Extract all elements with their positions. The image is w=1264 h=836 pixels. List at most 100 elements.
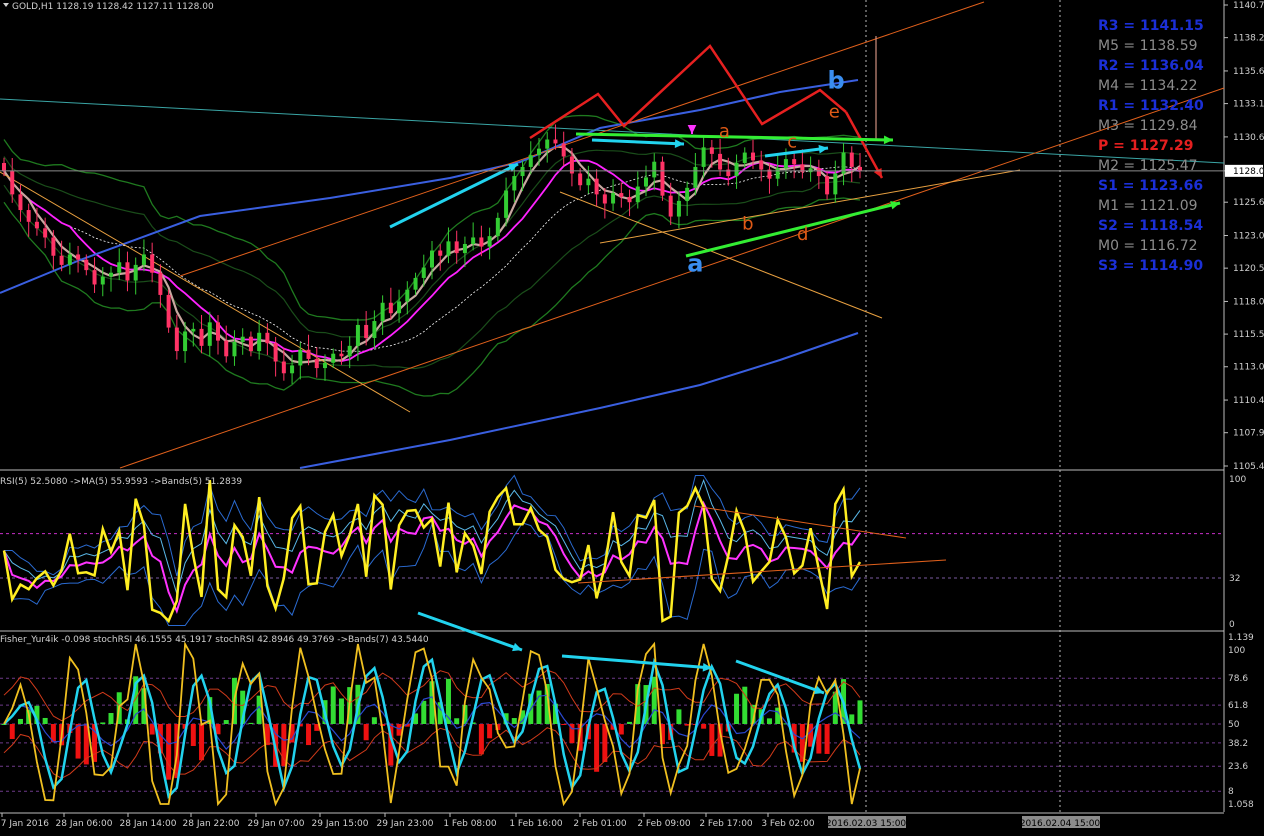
- wave-label: d: [797, 224, 808, 245]
- pivot-label: M5 = 1138.59: [1098, 38, 1198, 54]
- fisher-histogram-bar: [306, 724, 312, 746]
- pivot-label: R2 = 1136.04: [1098, 58, 1204, 74]
- candle-body: [833, 173, 838, 195]
- candle-body: [43, 228, 48, 238]
- candle-body: [413, 277, 418, 290]
- fisher-histogram-bar: [100, 722, 106, 724]
- candle-body: [520, 166, 525, 177]
- candle-body: [619, 193, 624, 197]
- candle-body: [191, 328, 196, 332]
- y-tick-label: 1138.20: [1233, 34, 1264, 44]
- x-highlight-label: 2016.02.03 15:00: [826, 819, 907, 829]
- pivot-label: S2 = 1118.54: [1098, 218, 1203, 234]
- y-tick-label: 1105.40: [1233, 462, 1264, 472]
- candle-body: [298, 349, 303, 366]
- rsi-tick-label: 0: [1229, 620, 1235, 630]
- candle-body: [528, 155, 533, 167]
- candle-body: [339, 353, 344, 357]
- candle-body: [240, 336, 245, 342]
- candle-body: [825, 176, 830, 195]
- pivot-label: M2 = 1125.47: [1098, 158, 1198, 174]
- candle-body: [257, 332, 262, 352]
- y-tick-label: 1115.50: [1233, 330, 1264, 340]
- candle-body: [660, 161, 665, 196]
- fisher-histogram-bar: [1, 724, 7, 725]
- candle-body: [545, 139, 550, 149]
- fisher-histogram-bar: [149, 724, 155, 735]
- rsi-tick-label: 100: [1229, 475, 1246, 485]
- candle-body: [158, 272, 163, 295]
- candle-body: [718, 153, 723, 170]
- fisher-histogram-bar: [602, 724, 608, 763]
- candle-body: [808, 168, 813, 173]
- x-tick-label: 29 Jan 07:00: [248, 819, 305, 829]
- candle-body: [479, 237, 484, 247]
- fisher-histogram-bar: [9, 724, 15, 739]
- candle-body: [841, 152, 846, 174]
- fisher-histogram-bar: [561, 724, 567, 725]
- candle-body: [67, 254, 72, 265]
- y-tick-label: 1133.15: [1233, 100, 1264, 110]
- candle-body: [676, 200, 681, 217]
- candle-body: [602, 194, 607, 204]
- fisher-histogram-bar: [824, 724, 830, 754]
- pivot-label: R1 = 1132.40: [1098, 98, 1204, 114]
- fisher-histogram-bar: [627, 721, 633, 724]
- x-tick-label: 2 Feb 01:00: [573, 819, 627, 829]
- candle-body: [446, 241, 451, 256]
- candle-body: [166, 294, 171, 328]
- fisher-histogram-bar: [594, 724, 600, 772]
- candle-body: [323, 362, 327, 369]
- candle-body: [783, 159, 788, 169]
- x-tick-label: 27 Jan 2016: [0, 819, 49, 829]
- candle-body: [668, 195, 673, 217]
- candle-body: [125, 262, 130, 281]
- candle-body: [34, 221, 39, 229]
- candle-body: [109, 272, 113, 277]
- candle-body: [594, 178, 599, 195]
- y-tick-label: 1113.00: [1233, 363, 1264, 373]
- candle-body: [216, 322, 220, 341]
- candle-body: [397, 301, 402, 314]
- candle-body: [331, 353, 336, 363]
- candle-body: [553, 139, 558, 144]
- fisher-histogram-bar: [421, 700, 427, 724]
- candle-body: [421, 267, 426, 278]
- x-tick-label: 28 Jan 22:00: [183, 819, 240, 829]
- candle-body: [84, 259, 89, 271]
- fisher-histogram-bar: [17, 718, 23, 724]
- lower-tick-label: 23.6: [1228, 762, 1248, 772]
- fisher-histogram-bar: [676, 709, 682, 724]
- wave-label: b: [742, 214, 753, 235]
- candle-body: [430, 250, 434, 268]
- candle-body: [685, 187, 690, 201]
- candle-body: [232, 341, 237, 357]
- candle-body: [355, 324, 360, 346]
- candle-body: [92, 270, 97, 285]
- candle-body: [18, 194, 23, 211]
- fisher-histogram-bar: [454, 718, 460, 724]
- candle-body: [858, 166, 862, 171]
- x-tick-label: 1 Feb 16:00: [509, 819, 563, 829]
- pivot-label: M4 = 1134.22: [1098, 78, 1198, 94]
- candle-body: [59, 255, 64, 265]
- fisher-histogram-bar: [734, 693, 740, 724]
- candle-body: [586, 178, 591, 186]
- rsi-header: RSI(5) 52.5080 ->MA(5) 55.9593 ->Bands(5…: [0, 477, 242, 487]
- y-tick-label: 1110.45: [1233, 396, 1264, 406]
- fisher-histogram-bar: [766, 718, 772, 724]
- fisher-histogram-bar: [371, 717, 377, 724]
- y-tick-label: 1120.55: [1233, 264, 1264, 274]
- candle-body: [380, 302, 385, 322]
- candle-body: [693, 166, 698, 188]
- candle-body: [133, 264, 138, 281]
- lower-header: Fisher_Yur4ik -0.098 stochRSI 46.1555 45…: [0, 635, 429, 645]
- candle-body: [759, 160, 764, 170]
- candle-body: [207, 322, 212, 346]
- x-tick-label: 29 Jan 23:00: [377, 819, 434, 829]
- candle-body: [775, 168, 780, 179]
- candle-body: [742, 152, 747, 164]
- x-tick-label: 28 Jan 06:00: [56, 819, 113, 829]
- pivot-label: S3 = 1114.90: [1098, 258, 1203, 274]
- x-highlight-label: 2016.02.04 15:00: [1020, 819, 1101, 829]
